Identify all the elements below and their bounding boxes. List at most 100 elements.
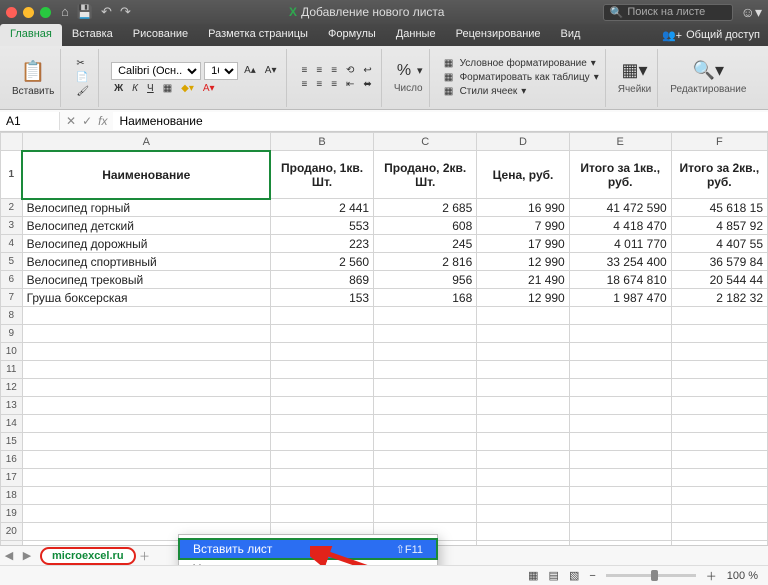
paste-button[interactable]: 📋 Вставить	[12, 59, 54, 97]
cells-icon[interactable]: ▦▾	[618, 60, 652, 81]
row-header[interactable]: 6	[1, 271, 23, 289]
cell[interactable]	[22, 325, 270, 343]
col-header-B[interactable]: B	[270, 133, 373, 151]
col-header-C[interactable]: C	[374, 133, 477, 151]
zoom-level[interactable]: 100 %	[727, 570, 758, 582]
cell[interactable]: 2 441	[270, 199, 373, 217]
cell[interactable]	[569, 487, 671, 505]
cell[interactable]	[22, 343, 270, 361]
tab-review[interactable]: Рецензирование	[446, 24, 551, 46]
cell[interactable]	[22, 469, 270, 487]
cell[interactable]	[671, 469, 767, 487]
zoom-in-icon[interactable]: ＋	[706, 568, 717, 584]
cut-icon[interactable]: ✂	[73, 58, 92, 69]
cell[interactable]	[671, 307, 767, 325]
cell[interactable]: 4 011 770	[569, 235, 671, 253]
dropdown-icon[interactable]: ▾	[417, 64, 423, 77]
cell[interactable]	[374, 487, 477, 505]
cell[interactable]: 2 182 32	[671, 289, 767, 307]
cell-B1[interactable]: Продано, 1кв. Шт.	[270, 151, 373, 199]
italic-button[interactable]: К	[129, 83, 141, 94]
decrease-font-icon[interactable]: A▾	[262, 65, 280, 76]
cell[interactable]: 16 990	[477, 199, 569, 217]
cell[interactable]	[671, 451, 767, 469]
conditional-format-button[interactable]: ▦Условное форматирование▾	[442, 58, 599, 69]
tab-draw[interactable]: Рисование	[123, 24, 198, 46]
indent-dec-icon[interactable]: ⇤	[343, 79, 357, 90]
cell[interactable]	[569, 451, 671, 469]
col-header-A[interactable]: A	[22, 133, 270, 151]
view-layout-icon[interactable]: ▤	[549, 569, 559, 582]
cell[interactable]	[22, 433, 270, 451]
cancel-fx-icon[interactable]: ✕	[66, 114, 76, 128]
cell[interactable]	[374, 397, 477, 415]
cell-D1[interactable]: Цена, руб.	[477, 151, 569, 199]
cell[interactable]	[569, 397, 671, 415]
row-header-1[interactable]: 1	[1, 151, 23, 199]
cell[interactable]: 41 472 590	[569, 199, 671, 217]
redo-icon[interactable]: ↷	[120, 4, 131, 20]
cell[interactable]	[374, 469, 477, 487]
cell[interactable]	[477, 361, 569, 379]
cell[interactable]	[477, 325, 569, 343]
underline-button[interactable]: Ч	[144, 83, 157, 94]
row-header[interactable]: 11	[1, 361, 23, 379]
cell[interactable]: Велосипед трековый	[22, 271, 270, 289]
cell[interactable]	[270, 343, 373, 361]
cell[interactable]	[569, 379, 671, 397]
cell[interactable]: 21 490	[477, 271, 569, 289]
cell[interactable]	[671, 505, 767, 523]
cell[interactable]: 36 579 84	[671, 253, 767, 271]
add-sheet-icon[interactable]: ＋	[136, 548, 154, 564]
row-header[interactable]: 17	[1, 469, 23, 487]
row-header[interactable]: 9	[1, 325, 23, 343]
view-normal-icon[interactable]: ▦	[528, 569, 538, 582]
cell-styles-button[interactable]: ▦Стили ячеек▾	[442, 86, 599, 97]
cell[interactable]: 2 816	[374, 253, 477, 271]
fx-icon[interactable]: fx	[98, 114, 107, 128]
editing-icon[interactable]: 🔍▾	[670, 60, 746, 81]
row-header[interactable]: 16	[1, 451, 23, 469]
col-header-F[interactable]: F	[671, 133, 767, 151]
zoom-slider[interactable]	[606, 574, 696, 577]
cell[interactable]: Велосипед детский	[22, 217, 270, 235]
cell[interactable]: 12 990	[477, 253, 569, 271]
cell[interactable]	[477, 505, 569, 523]
cell[interactable]	[569, 361, 671, 379]
align-bot-icon[interactable]: ≡	[328, 65, 340, 76]
wrap-text-icon[interactable]: ↩	[360, 65, 374, 76]
cell[interactable]	[374, 379, 477, 397]
cell[interactable]	[477, 379, 569, 397]
cell[interactable]	[671, 487, 767, 505]
cell[interactable]: 18 674 810	[569, 271, 671, 289]
align-mid-icon[interactable]: ≡	[313, 65, 325, 76]
cell[interactable]	[374, 505, 477, 523]
undo-icon[interactable]: ↶	[101, 4, 112, 20]
prev-sheet-icon[interactable]: ◀	[0, 549, 18, 562]
cell[interactable]: Велосипед горный	[22, 199, 270, 217]
cell[interactable]: 223	[270, 235, 373, 253]
user-menu-icon[interactable]: ☺▾	[741, 4, 762, 21]
cell[interactable]	[477, 469, 569, 487]
cell[interactable]	[270, 325, 373, 343]
cell[interactable]	[22, 379, 270, 397]
tab-data[interactable]: Данные	[386, 24, 446, 46]
col-header-E[interactable]: E	[569, 133, 671, 151]
cell[interactable]	[270, 487, 373, 505]
column-headers[interactable]: A B C D E F	[1, 133, 768, 151]
home-icon[interactable]: ⌂	[61, 4, 69, 20]
cell[interactable]	[22, 505, 270, 523]
align-top-icon[interactable]: ≡	[299, 65, 311, 76]
cell[interactable]	[374, 451, 477, 469]
name-box[interactable]	[0, 112, 60, 130]
cell[interactable]	[477, 451, 569, 469]
cell[interactable]	[22, 451, 270, 469]
cell[interactable]	[374, 325, 477, 343]
tab-layout[interactable]: Разметка страницы	[198, 24, 318, 46]
cell[interactable]	[374, 415, 477, 433]
row-header[interactable]: 3	[1, 217, 23, 235]
cell[interactable]: 245	[374, 235, 477, 253]
row-header[interactable]: 2	[1, 199, 23, 217]
cell[interactable]	[569, 343, 671, 361]
font-color-button[interactable]: A▾	[200, 83, 218, 94]
